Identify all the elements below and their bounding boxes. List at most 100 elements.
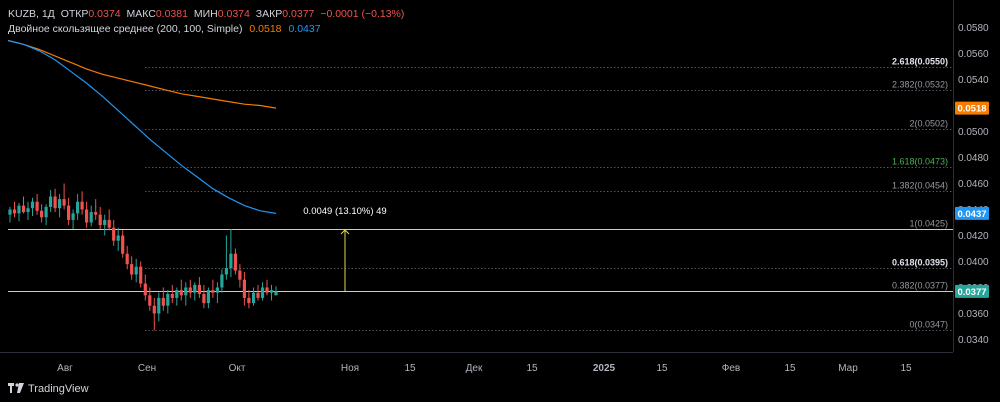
ma100-value: 0.0437 [288, 23, 321, 35]
candle-body [179, 290, 183, 296]
x-tick-label: 15 [404, 363, 416, 374]
candle-body [247, 297, 251, 304]
candle-body [17, 205, 21, 214]
footer-brand[interactable]: TradingView [8, 382, 89, 396]
price-tag-label: 0.0518 [957, 104, 986, 115]
candle-body [107, 219, 111, 228]
price-tag-label: 0.0377 [957, 287, 986, 298]
ma-indicator-title[interactable]: Двойное скользящее среднее (200, 100, Si… [8, 23, 242, 35]
candle-body [49, 196, 53, 207]
candle-body [242, 279, 246, 298]
y-tick-label: 0.0460 [958, 179, 989, 190]
fib-level-label: 1(0.0425) [909, 219, 948, 229]
measure-label: 0.0049 (13.10%) 49 [303, 206, 386, 217]
candle-body [238, 270, 242, 280]
open-label: ОТКР [60, 8, 89, 20]
candle-body [130, 264, 134, 275]
x-tick-label: 15 [900, 363, 912, 374]
legend-ohlc-row: KUZB, 1Д ОТКР0.0374 МАКС0.0381 МИН0.0374… [8, 7, 404, 22]
candle-body [170, 294, 174, 298]
candle-body [85, 209, 89, 223]
candle-body [229, 253, 233, 268]
candle-body [80, 201, 84, 210]
x-tick-label: 15 [656, 363, 668, 374]
candle-body [215, 287, 219, 293]
candle-body [8, 209, 12, 215]
candle-body [71, 213, 75, 220]
x-tick-label: 15 [784, 363, 796, 374]
candle-body [44, 206, 48, 218]
candle-body [184, 287, 188, 296]
candle-body [256, 292, 260, 298]
x-tick-label: Сен [138, 363, 156, 374]
y-tick-label: 0.0400 [958, 257, 989, 268]
candle-body [274, 291, 278, 296]
candle-body [125, 253, 129, 265]
price-chart[interactable]: 0.05800.05600.05400.05200.05000.04800.04… [0, 0, 1000, 402]
x-tick-label: Фев [722, 363, 740, 374]
candle-body [12, 209, 17, 214]
symbol-label[interactable]: KUZB, 1Д [8, 8, 55, 20]
candle-body [121, 235, 125, 254]
change-value: −0.0001 (−0.13%) [320, 8, 405, 20]
candle-body [103, 219, 107, 226]
candle-body [76, 201, 80, 214]
x-tick-label: Авг [57, 363, 73, 374]
candle-body [224, 268, 228, 275]
candle-body [53, 196, 57, 209]
candle-body [161, 297, 165, 306]
candle-body [260, 287, 265, 298]
fib-level-label: 2(0.0502) [909, 119, 948, 129]
candle-body [148, 295, 152, 306]
candle-body [269, 290, 274, 293]
y-tick-label: 0.0560 [958, 49, 989, 60]
candle-body [40, 210, 44, 218]
x-tick-label: 15 [526, 363, 538, 374]
fib-level-label: 2.382(0.0532) [892, 80, 948, 90]
candle-body [35, 201, 39, 211]
candle-body [166, 294, 170, 306]
open-value: 0.0374 [88, 8, 121, 20]
candle-body [206, 290, 210, 304]
candle-body [197, 284, 201, 294]
brand-name: TradingView [28, 383, 89, 395]
candle-body [30, 201, 35, 209]
fib-level-label: 1.618(0.0473) [892, 157, 948, 167]
candle-body [134, 266, 138, 275]
fib-level-label: 0.382(0.0377) [892, 281, 948, 291]
low-value: 0.0374 [217, 8, 250, 20]
chart-legend: KUZB, 1Д ОТКР0.0374 МАКС0.0381 МИН0.0374… [8, 7, 404, 37]
y-tick-label: 0.0500 [958, 127, 989, 138]
candle-body [98, 214, 102, 226]
fib-level-label: 0(0.0347) [909, 320, 948, 330]
tradingview-logo-icon [8, 382, 24, 396]
close-value: 0.0377 [282, 8, 315, 20]
candle-body [112, 227, 116, 241]
x-tick-label: Дек [466, 363, 483, 374]
candle-body [188, 287, 192, 293]
close-label: ЗАКР [255, 8, 283, 20]
candle-body [62, 199, 66, 206]
candle-body [211, 290, 215, 293]
candle-body [265, 287, 269, 293]
candle-body [116, 235, 120, 241]
candle-body [89, 212, 93, 223]
price-tag-label: 0.0437 [957, 209, 986, 220]
y-tick-label: 0.0580 [958, 23, 989, 34]
fib-level-label: 2.618(0.0550) [892, 57, 948, 67]
legend-ma-row[interactable]: Двойное скользящее среднее (200, 100, Si… [8, 22, 404, 37]
y-tick-label: 0.0480 [958, 153, 989, 164]
fib-level-label: 1.382(0.0454) [892, 181, 948, 191]
fib-level-label: 0.618(0.0395) [892, 258, 948, 268]
y-tick-label: 0.0540 [958, 75, 989, 86]
candle-body [220, 274, 224, 288]
x-tick-label: 2025 [593, 363, 616, 374]
candle-body [58, 199, 62, 209]
x-tick-label: Мар [838, 363, 858, 374]
low-label: МИН [193, 8, 218, 20]
candle-body [193, 284, 197, 293]
candle-body [233, 253, 237, 271]
candle-body [202, 294, 206, 304]
chart-background [0, 0, 1000, 402]
x-tick-label: Окт [229, 363, 246, 374]
